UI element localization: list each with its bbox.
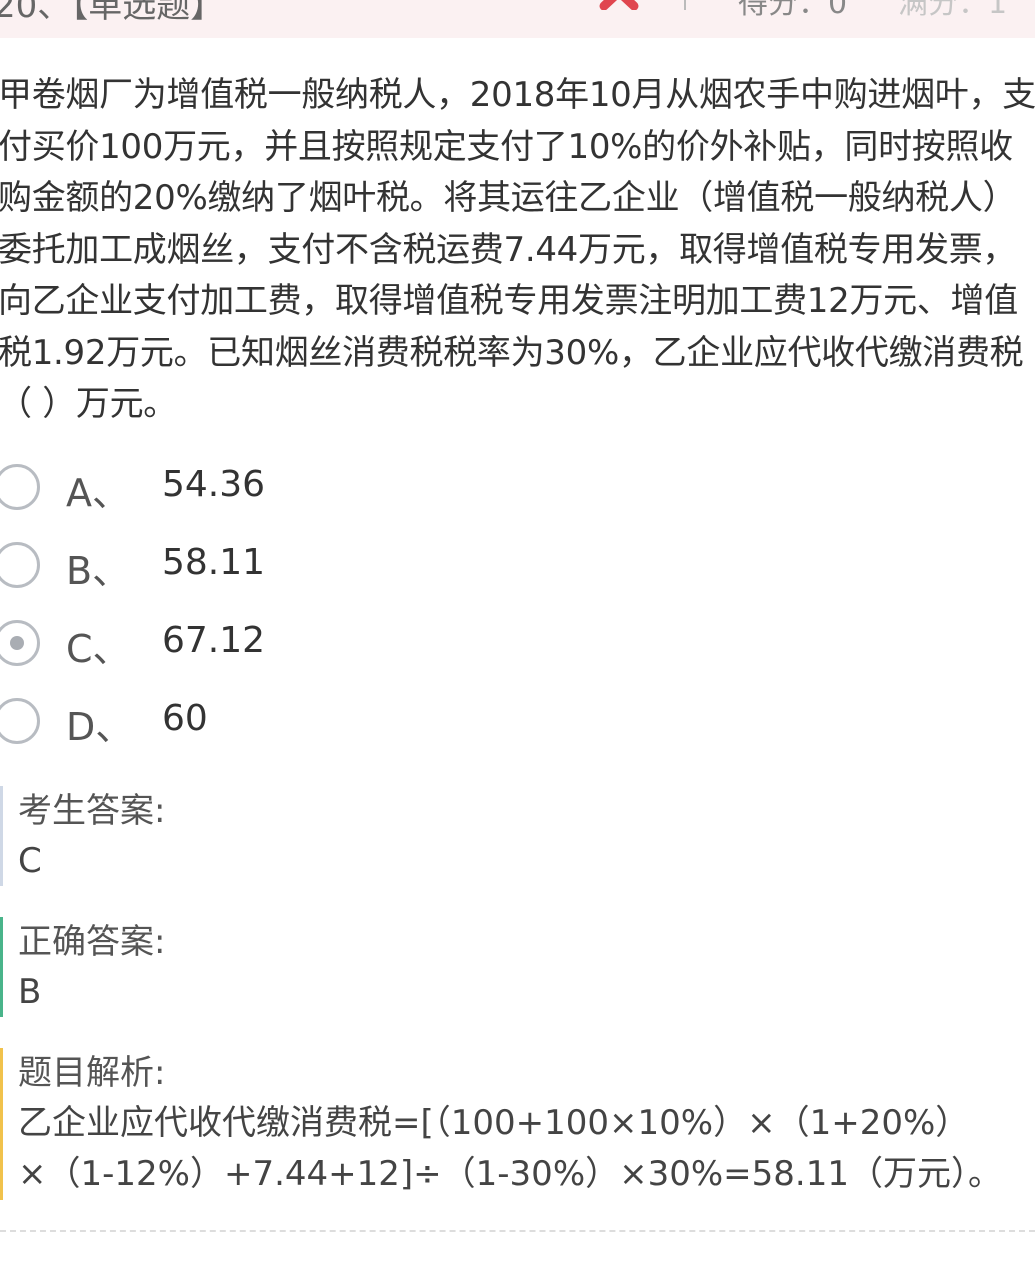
analysis-bar xyxy=(0,1048,3,1200)
option-letter: B、 xyxy=(66,549,131,593)
correct-answer-label: 正确答案: xyxy=(18,922,166,962)
analysis-line-2: ×（1-12%）+7.44+12]÷（1-30%）×30%=58.11（万元）。 xyxy=(18,1154,1003,1194)
option-letter: D、 xyxy=(66,705,134,749)
question-number: 20、【单选题】 xyxy=(0,0,225,26)
option-value: 54.36 xyxy=(162,464,266,505)
option-letter: A、 xyxy=(66,471,130,515)
correct-answer-value: B xyxy=(18,972,42,1012)
radio-icon[interactable] xyxy=(0,464,40,510)
student-answer-label: 考生答案: xyxy=(18,791,166,831)
option-d[interactable]: D、 60 xyxy=(0,682,1035,760)
radio-dot xyxy=(10,636,24,650)
wrong-x-icon xyxy=(598,0,640,11)
radio-icon[interactable] xyxy=(0,698,40,744)
radio-selected-icon[interactable] xyxy=(0,620,40,666)
option-c[interactable]: C、 67.12 xyxy=(0,604,1035,682)
question-page: 20、【单选题】 得分：0 满分：1 甲卷烟厂为增值税一般纳税人，2018年10… xyxy=(0,0,1035,1279)
student-answer-bar xyxy=(0,786,3,886)
divider-line xyxy=(0,1230,1035,1232)
option-value: 60 xyxy=(162,698,208,739)
header-divider xyxy=(684,0,686,10)
option-value: 58.11 xyxy=(162,542,266,583)
analysis-line-1: 乙企业应代收代缴消费税=[（100+100×10%）×（1+20%） xyxy=(18,1103,970,1143)
score-text: 得分：0 xyxy=(738,0,848,21)
analysis-block: 题目解析: 乙企业应代收代缴消费税=[（100+100×10%）×（1+20%）… xyxy=(0,1048,1035,1200)
options-list: A、 54.36 B、 58.11 C、 67.12 D、 60 xyxy=(0,448,1035,760)
correct-answer-bar xyxy=(0,917,3,1017)
question-text: 甲卷烟厂为增值税一般纳税人，2018年10月从烟农手中购进烟叶，支付买价100万… xyxy=(0,75,1035,424)
option-a[interactable]: A、 54.36 xyxy=(0,448,1035,526)
option-value: 67.12 xyxy=(162,620,266,661)
analysis-label: 题目解析: xyxy=(18,1053,166,1093)
student-answer-block: 考生答案: C xyxy=(0,786,1035,886)
option-b[interactable]: B、 58.11 xyxy=(0,526,1035,604)
full-score-text: 满分：1 xyxy=(898,0,1008,21)
student-answer-value: C xyxy=(18,841,42,881)
correct-answer-block: 正确答案: B xyxy=(0,917,1035,1017)
question-header: 20、【单选题】 得分：0 满分：1 xyxy=(0,0,1035,38)
option-letter: C、 xyxy=(66,627,131,671)
radio-icon[interactable] xyxy=(0,542,40,588)
